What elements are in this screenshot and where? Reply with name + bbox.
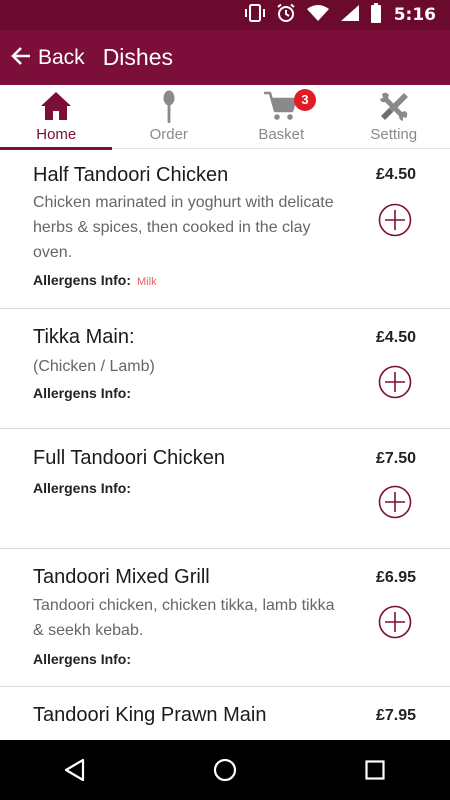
dish-item: Full Tandoori Chicken £7.50 Allergens In…	[0, 429, 450, 549]
allergens-label: Allergens Info:	[33, 272, 132, 288]
add-to-basket-button[interactable]	[378, 605, 412, 639]
home-icon	[39, 90, 73, 126]
dish-item: Half Tandoori Chicken £4.50 Chicken mari…	[0, 150, 450, 309]
dish-item: Tikka Main: £4.50 (Chicken / Lamb) Aller…	[0, 309, 450, 429]
dish-description: Chicken marinated in yoghurt with delica…	[33, 194, 334, 261]
tab-bar: Home Order 3 Basket Setting	[0, 85, 450, 150]
allergens-info: Allergens Info:	[33, 480, 131, 496]
back-button[interactable]: Back	[0, 30, 85, 85]
nav-recents-button[interactable]	[345, 740, 405, 800]
nav-home-button[interactable]	[195, 740, 255, 800]
triangle-back-icon	[64, 758, 85, 782]
dish-price: £6.95	[375, 569, 416, 586]
add-to-basket-button[interactable]	[378, 203, 412, 237]
tab-home-label: Home	[36, 126, 77, 143]
clock-time: 5:16	[393, 5, 436, 25]
allergens-info: Allergens Info: Milk	[33, 272, 157, 288]
page-title: Dishes	[102, 44, 173, 70]
add-to-basket-button[interactable]	[378, 485, 412, 519]
dish-price: £7.95	[375, 707, 416, 724]
dish-description: Tandoori chicken, chicken tikka, lamb ti…	[33, 597, 335, 639]
dish-item: Tandoori Mixed Grill £6.95 Tandoori chic…	[0, 549, 450, 687]
tab-order-label: Order	[149, 126, 188, 143]
tab-setting-label: Setting	[370, 126, 418, 143]
spoon-icon	[159, 90, 179, 128]
battery-icon	[370, 3, 382, 27]
plus-circle-icon	[378, 365, 412, 399]
tab-order[interactable]: Order	[113, 85, 226, 149]
system-nav-bar	[0, 740, 450, 800]
tab-basket[interactable]: 3 Basket	[225, 85, 338, 149]
allergens-info: Allergens Info:	[33, 385, 131, 401]
nav-back-button[interactable]	[45, 740, 105, 800]
tab-basket-label: Basket	[258, 126, 305, 143]
back-label: Back	[38, 45, 85, 69]
allergens-label: Allergens Info:	[33, 385, 132, 401]
app-bar: Back Dishes	[0, 30, 450, 85]
plus-circle-icon	[378, 485, 412, 519]
dish-price: £4.50	[375, 166, 416, 183]
add-to-basket-button[interactable]	[378, 365, 412, 399]
plus-circle-icon	[378, 203, 412, 237]
dish-price: £4.50	[375, 329, 416, 346]
dish-name: Tandoori Mixed Grill	[33, 566, 210, 588]
plus-circle-icon	[378, 605, 412, 639]
basket-count-badge: 3	[294, 89, 316, 111]
vibrate-icon	[244, 4, 266, 26]
dish-name: Full Tandoori Chicken	[33, 447, 225, 469]
dish-name: Tikka Main:	[33, 326, 135, 348]
signal-icon	[340, 4, 360, 26]
wifi-icon	[306, 4, 330, 26]
dish-name: Tandoori King Prawn Main	[33, 704, 267, 726]
tab-home[interactable]: Home	[0, 85, 113, 150]
dish-item: Tandoori King Prawn Main £7.95	[0, 687, 450, 740]
arrow-left-icon	[10, 45, 32, 71]
dish-name: Half Tandoori Chicken	[33, 164, 229, 186]
allergens-info: Allergens Info:	[33, 651, 131, 667]
allergens-label: Allergens Info:	[33, 480, 132, 496]
allergen-value: Milk	[137, 276, 157, 288]
tools-icon	[377, 90, 411, 126]
tab-setting[interactable]: Setting	[338, 85, 450, 149]
alarm-icon	[276, 3, 296, 27]
circle-home-icon	[213, 758, 237, 782]
status-bar: 5:16	[0, 0, 450, 30]
allergens-label: Allergens Info:	[33, 651, 132, 667]
dish-description: (Chicken / Lamb)	[33, 358, 155, 375]
square-recents-icon	[365, 760, 385, 780]
dish-price: £7.50	[375, 450, 416, 467]
dish-list[interactable]: Half Tandoori Chicken £4.50 Chicken mari…	[0, 150, 450, 740]
